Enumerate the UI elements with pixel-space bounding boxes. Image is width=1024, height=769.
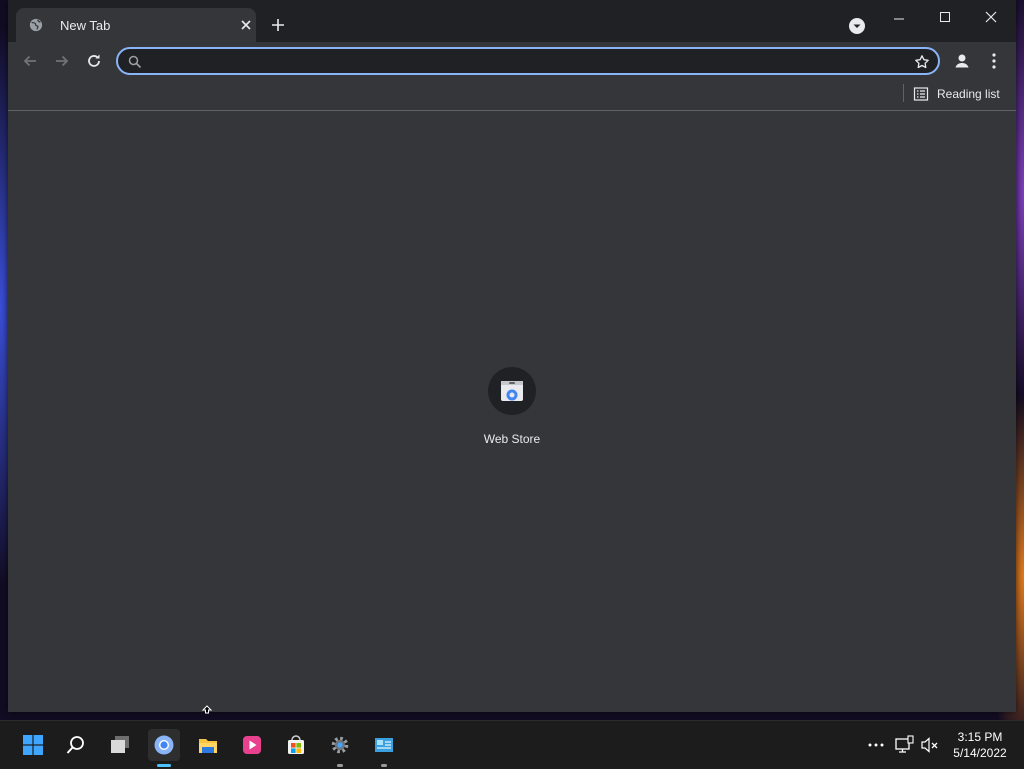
address-bar[interactable]: [116, 47, 940, 75]
bookmark-star-icon[interactable]: [914, 54, 930, 70]
show-hidden-icons-icon[interactable]: [866, 735, 886, 755]
back-arrow-icon[interactable]: [20, 51, 40, 71]
chevron-down-icon: [853, 24, 861, 28]
windows-logo-icon: [23, 735, 43, 755]
taskbar-media-player[interactable]: [236, 729, 268, 761]
reading-list-button[interactable]: Reading list: [913, 84, 1000, 104]
task-view-icon: [111, 736, 129, 753]
tab-strip: New Tab: [8, 0, 1016, 42]
store-bag-icon: [288, 735, 304, 754]
clock-time: 3:15 PM: [957, 730, 1003, 744]
media-player-icon: [243, 736, 261, 754]
running-app-indicator: [337, 764, 343, 767]
bookmarks-divider: [903, 84, 904, 102]
maximize-icon[interactable]: [922, 4, 968, 32]
volume-muted-icon[interactable]: [920, 735, 940, 755]
taskbar-control-panel[interactable]: [368, 729, 400, 767]
bookmarks-bar: Reading list: [8, 80, 1016, 111]
new-tab-icon[interactable]: [270, 17, 286, 33]
taskbar-file-explorer[interactable]: [192, 729, 224, 761]
reading-list-icon: [913, 87, 929, 101]
folder-icon: [199, 739, 217, 753]
running-app-indicator: [381, 764, 387, 767]
toolbar: [8, 42, 1016, 80]
kebab-menu-icon[interactable]: [986, 52, 1002, 70]
taskbar-microsoft-store[interactable]: [280, 729, 312, 761]
start-button[interactable]: [17, 729, 49, 761]
shortcut-tile-web-store[interactable]: Web Store: [472, 367, 552, 447]
reload-icon[interactable]: [84, 51, 104, 71]
tab-new-tab[interactable]: New Tab: [16, 8, 256, 42]
globe-icon: [29, 18, 43, 32]
close-tab-icon[interactable]: [238, 17, 254, 33]
taskbar-chrome[interactable]: [148, 729, 180, 767]
search-icon: [128, 55, 142, 69]
network-icon[interactable]: [894, 735, 914, 755]
minimize-icon[interactable]: [876, 4, 922, 32]
search-icon: [66, 736, 84, 754]
address-input[interactable]: [150, 52, 894, 74]
taskbar-search-button[interactable]: [60, 729, 92, 761]
system-clock[interactable]: 3:15 PM 5/14/2022: [944, 729, 1016, 761]
chrome-window: New Tab Reading list Web Store: [8, 0, 1016, 712]
taskbar-settings[interactable]: [324, 729, 356, 767]
window-close-icon[interactable]: [968, 4, 1014, 32]
chrome-icon: [154, 735, 174, 755]
reading-list-label: Reading list: [937, 87, 1000, 101]
shortcut-label: Web Store: [483, 432, 541, 446]
new-tab-page: Web Store: [8, 111, 1016, 712]
web-store-icon: [488, 367, 536, 415]
tab-search-button[interactable]: [849, 18, 865, 34]
task-view-button[interactable]: [104, 729, 136, 761]
profile-avatar-icon[interactable]: [952, 51, 972, 71]
taskbar: 3:15 PM 5/14/2022: [0, 720, 1024, 769]
clock-date: 5/14/2022: [953, 746, 1007, 760]
active-app-indicator: [157, 764, 171, 767]
forward-arrow-icon[interactable]: [52, 51, 72, 71]
control-panel-icon: [375, 738, 393, 752]
gear-icon: [331, 736, 349, 754]
tab-title: New Tab: [60, 18, 111, 33]
